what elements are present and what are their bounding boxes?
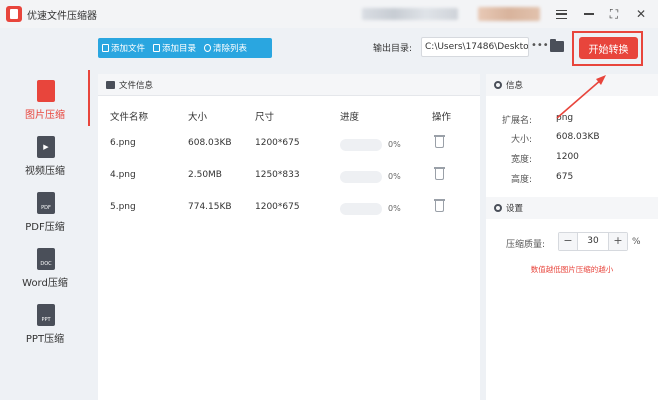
minimize-button[interactable]	[580, 5, 598, 23]
info-section-header: 信息	[486, 74, 658, 96]
settings-title: 设置	[506, 204, 524, 214]
info-value-ext: png	[556, 113, 574, 123]
column-header-dims: 尺寸	[255, 112, 275, 123]
browse-more-button[interactable]: •••	[531, 40, 549, 54]
file-size: 608.03KB	[188, 138, 232, 148]
sidebar-item-pdf[interactable]: PDF PDF压缩	[0, 182, 90, 238]
sidebar-item-label: 视频压缩	[25, 166, 65, 177]
file-icon	[102, 44, 109, 52]
progress-text: 0%	[388, 204, 401, 213]
sidebar-item-label: PPT压缩	[25, 334, 65, 345]
gear-icon	[494, 204, 502, 212]
percent-unit: %	[632, 237, 641, 247]
file-dims: 1200*675	[255, 138, 300, 148]
sidebar: 图片压缩 ▶ 视频压缩 PDF PDF压缩 DOC Word压缩 PPT PPT…	[0, 68, 90, 400]
settings-section-header: 设置	[486, 197, 658, 219]
ppt-file-icon: PPT	[37, 304, 55, 326]
info-key-size: 大小:	[510, 135, 532, 145]
sidebar-item-image[interactable]: 图片压缩	[0, 70, 90, 126]
sidebar-item-video[interactable]: ▶ 视频压缩	[0, 126, 90, 182]
gear-icon	[494, 81, 502, 89]
info-key-height: 高度:	[510, 175, 532, 185]
file-name: 6.png	[110, 138, 136, 148]
add-file-button[interactable]: 添加文件	[98, 38, 149, 58]
increase-button[interactable]: +	[609, 233, 627, 250]
maximize-icon: ⛶	[609, 6, 619, 21]
image-file-icon	[37, 80, 55, 102]
file-dims: 1250*833	[255, 170, 300, 180]
clear-icon	[204, 44, 212, 52]
info-title: 信息	[506, 81, 524, 91]
doc-file-icon: DOC	[37, 248, 55, 270]
progress-bar	[340, 139, 382, 151]
quality-hint: 数值越低图片压缩的越小	[530, 265, 614, 274]
column-header-size: 大小	[188, 112, 208, 123]
trash-icon[interactable]	[434, 199, 445, 212]
quality-label: 压缩质量:	[506, 240, 546, 250]
file-size: 774.15KB	[188, 202, 232, 212]
close-button[interactable]: ✕	[632, 5, 650, 23]
maximize-button[interactable]: ⛶	[605, 5, 623, 23]
sidebar-item-word[interactable]: DOC Word压缩	[0, 238, 90, 294]
blurred-user-info	[362, 8, 458, 20]
info-value-height: 675	[556, 172, 574, 182]
table-row[interactable]: 4.png 2.50MB 1250*833 0%	[98, 161, 480, 193]
pdf-file-icon: PDF	[37, 192, 55, 214]
file-name: 4.png	[110, 170, 136, 180]
table-row[interactable]: 6.png 608.03KB 1200*675 0%	[98, 129, 480, 161]
file-size: 2.50MB	[188, 170, 222, 180]
file-dims: 1200*675	[255, 202, 300, 212]
info-value-width: 1200	[556, 152, 579, 162]
info-key-width: 宽度:	[510, 155, 532, 165]
video-file-icon: ▶	[37, 136, 55, 158]
add-folder-button[interactable]: 添加目录	[149, 38, 200, 58]
column-header-action: 操作	[432, 112, 452, 123]
image-icon	[106, 80, 115, 89]
sidebar-item-label: PDF压缩	[25, 222, 65, 233]
output-path-field[interactable]: C:\Users\17486\Deskto	[421, 37, 529, 57]
menu-button[interactable]	[552, 5, 570, 23]
sidebar-item-label: Word压缩	[22, 278, 68, 289]
output-dir-label: 输出目录:	[373, 44, 413, 54]
sidebar-item-label: 图片压缩	[25, 110, 65, 121]
column-header-name: 文件名称	[110, 112, 149, 123]
folder-outline-icon	[153, 44, 161, 52]
minimize-icon	[584, 13, 594, 15]
quality-input[interactable]: 30	[577, 233, 609, 250]
open-folder-icon[interactable]	[550, 39, 564, 52]
app-logo-icon	[6, 6, 22, 22]
column-header-progress: 进度	[340, 112, 360, 123]
info-key-ext: 扩展名:	[501, 116, 532, 126]
progress-text: 0%	[388, 140, 401, 149]
file-panel-title: 文件信息	[119, 80, 154, 91]
decrease-button[interactable]: −	[559, 233, 577, 250]
clear-list-button[interactable]: 清除列表	[200, 38, 251, 58]
file-list-panel: 文件信息 文件名称 大小 尺寸 进度 操作 6.png 608.03KB 120…	[98, 74, 480, 400]
info-value-size: 608.03KB	[556, 132, 600, 142]
info-panel: 信息 扩展名: png 大小: 608.03KB 宽度: 1200 高度: 67…	[486, 74, 658, 400]
progress-bar	[340, 203, 382, 215]
app-title: 优速文件压缩器	[27, 11, 97, 22]
file-name: 5.png	[110, 202, 136, 212]
sidebar-item-ppt[interactable]: PPT PPT压缩	[0, 294, 90, 350]
progress-bar	[340, 171, 382, 183]
close-icon: ✕	[635, 7, 647, 21]
title-bar: 优速文件压缩器 ⛶ ✕	[0, 0, 658, 28]
start-convert-button[interactable]: 开始转换	[579, 37, 638, 59]
quality-stepper: − 30 +	[558, 232, 628, 251]
file-panel-header: 文件信息	[98, 74, 480, 96]
table-row[interactable]: 5.png 774.15KB 1200*675 0%	[98, 193, 480, 225]
trash-icon[interactable]	[434, 167, 445, 180]
progress-text: 0%	[388, 172, 401, 181]
blurred-avatar	[478, 7, 540, 21]
file-toolbar: 添加文件 添加目录 清除列表	[98, 38, 272, 58]
trash-icon[interactable]	[434, 135, 445, 148]
hamburger-icon	[555, 9, 567, 19]
